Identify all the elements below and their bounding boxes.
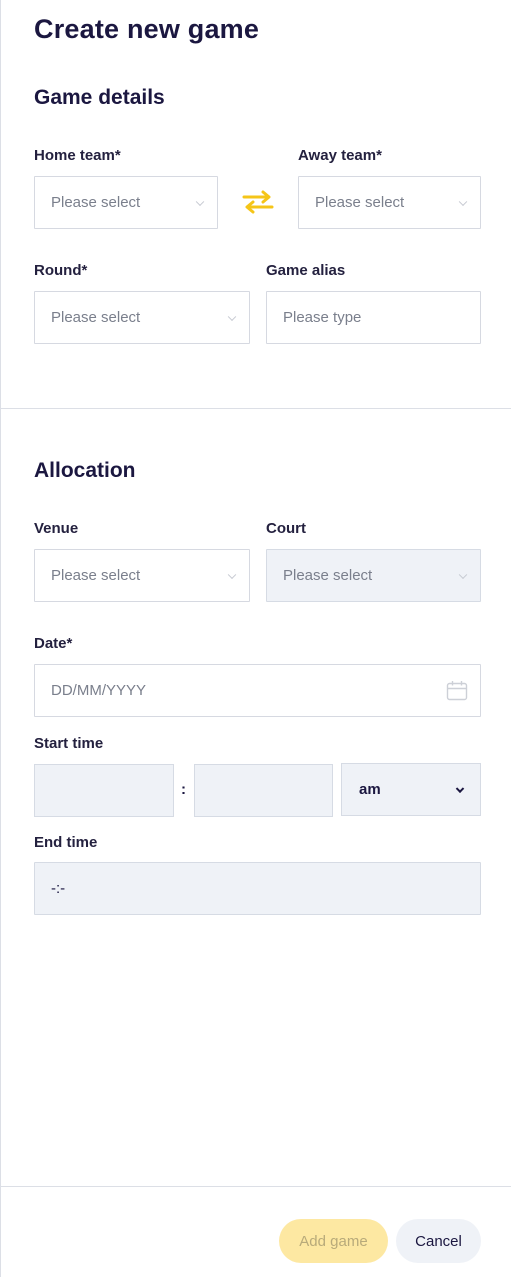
game-alias-label: Game alias xyxy=(266,262,346,279)
footer-divider xyxy=(1,1186,511,1187)
court-label: Court xyxy=(266,520,306,537)
end-time-label: End time xyxy=(34,834,98,851)
chevron-down-icon xyxy=(227,570,237,579)
am-pm-select[interactable]: am xyxy=(341,763,481,816)
allocation-heading: Allocation xyxy=(34,459,136,482)
venue-label: Venue xyxy=(34,520,79,537)
date-placeholder: DD/MM/YYYY xyxy=(51,682,147,699)
away-team-label: Away team* xyxy=(298,147,382,164)
round-select[interactable]: Please select xyxy=(34,291,250,344)
away-team-select[interactable]: Please select xyxy=(298,176,481,229)
home-team-placeholder: Please select xyxy=(51,194,141,211)
chevron-down-icon xyxy=(227,312,237,321)
chevron-down-icon xyxy=(195,197,205,206)
am-pm-value: am xyxy=(359,781,381,798)
time-separator: : xyxy=(181,781,186,798)
court-placeholder: Please select xyxy=(283,567,373,584)
page-title: Create new game xyxy=(34,14,260,44)
cancel-button[interactable]: Cancel xyxy=(396,1219,481,1263)
game-alias-input[interactable]: Please type xyxy=(266,291,481,344)
date-input[interactable]: DD/MM/YYYY xyxy=(34,664,481,717)
home-team-select[interactable]: Please select xyxy=(34,176,218,229)
calendar-icon[interactable] xyxy=(446,680,468,702)
chevron-down-icon xyxy=(458,570,468,579)
round-label: Round* xyxy=(34,262,88,279)
court-select[interactable]: Please select xyxy=(266,549,481,602)
away-team-placeholder: Please select xyxy=(315,194,405,211)
start-time-hours-input[interactable] xyxy=(34,764,174,817)
start-time-label: Start time xyxy=(34,735,104,752)
date-label: Date* xyxy=(34,635,73,652)
home-team-label: Home team* xyxy=(34,147,121,164)
start-time-minutes-input[interactable] xyxy=(194,764,333,817)
end-time-value: -:- xyxy=(51,880,66,897)
venue-select[interactable]: Please select xyxy=(34,549,250,602)
game-alias-placeholder: Please type xyxy=(283,309,362,326)
create-game-panel: Create new game Game details Home team* … xyxy=(0,0,511,1277)
add-game-button[interactable]: Add game xyxy=(279,1219,388,1263)
chevron-down-icon xyxy=(458,197,468,206)
swap-teams-icon[interactable] xyxy=(240,188,276,216)
game-details-heading: Game details xyxy=(34,86,165,109)
round-placeholder: Please select xyxy=(51,309,141,326)
section-divider xyxy=(1,408,511,409)
end-time-field: -:- xyxy=(34,862,481,915)
chevron-down-icon xyxy=(455,784,465,793)
venue-placeholder: Please select xyxy=(51,567,141,584)
